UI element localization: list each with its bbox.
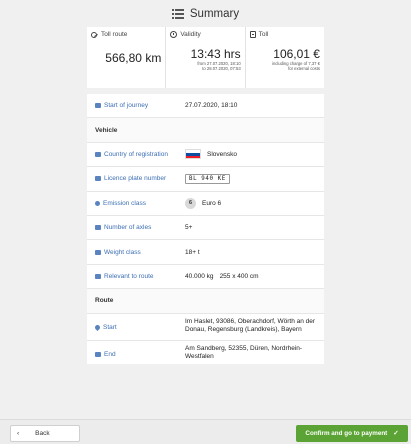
end-address: Am Sandberg, 52355, Düren, Nordrhein-Wes… [185, 344, 303, 361]
details-card: Start of journey 27.07.2020, 18:10 Vehic… [87, 94, 324, 364]
axles-row: Number of axles 5+ [87, 216, 324, 241]
toll-route-value: 566,80 km [105, 51, 162, 65]
confirm-payment-button[interactable]: Confirm and go to payment ✓ [296, 425, 408, 442]
row-label: Emission class [103, 199, 146, 207]
validity-tile: Validity 13:43 hrs from 27.07.2020, 18:1… [166, 27, 246, 88]
toll-route-tile: Toll route 566,80 km [87, 27, 167, 88]
toll-value: 106,01 € [273, 47, 320, 61]
emission-row: Emission class 6 Euro 6 [87, 192, 324, 216]
licence-plate: BL 940 KE [185, 173, 230, 184]
route-section-heading: Route [87, 289, 324, 314]
validity-to: to 28.07.2020, 07:53 [202, 66, 241, 71]
weight-icon [95, 249, 101, 255]
emission-badge: 6 [185, 197, 196, 209]
emission-icon [95, 200, 100, 206]
row-value: 27.07.2020, 18:10 [185, 102, 238, 110]
row-label: Country of registration [104, 150, 168, 158]
calendar-icon [95, 103, 101, 109]
relevant-weight: 40.000 kg [185, 272, 214, 280]
back-label: Back [35, 430, 50, 437]
list-icon [171, 9, 184, 19]
axles-icon [95, 225, 101, 231]
slovakia-flag-icon [185, 149, 201, 160]
relevant-row: Relevant to route 40.000 kg 255 x 400 cm [87, 265, 324, 290]
route-icon [91, 31, 98, 38]
flag-icon [95, 351, 101, 357]
row-value: 5+ [185, 224, 193, 232]
relevant-dimensions: 255 x 400 cm [219, 272, 259, 280]
truck-dimensions-icon [95, 273, 101, 279]
row-label: Licence plate number [104, 175, 167, 183]
document-icon [249, 31, 256, 38]
plate-row: Licence plate number BL 940 KE [87, 167, 324, 192]
vehicle-section-heading: Vehicle [87, 118, 324, 143]
row-label: Number of axles [104, 224, 152, 232]
row-label: Start [103, 323, 117, 331]
country-row: Country of registration Slovensko [87, 143, 324, 168]
start-address: Im Haslet, 93086, Oberachdorf, Wörth an … [185, 317, 316, 334]
end-row: End Am Sandberg, 52355, Düren, Nordrhein… [87, 341, 324, 368]
start-of-journey-row: Start of journey 27.07.2020, 18:10 [87, 94, 324, 119]
row-value: 18+ t [185, 248, 200, 256]
truck-icon [95, 151, 101, 157]
start-row: Start Im Haslet, 93086, Oberachdorf, Wör… [87, 314, 324, 341]
toll-tile: Toll 106,01 € including charge of 7,37 €… [246, 27, 324, 88]
location-pin-icon [93, 323, 102, 331]
tile-label: Validity [180, 31, 201, 38]
check-icon: ✓ [393, 430, 399, 437]
row-value: Euro 6 [202, 199, 222, 207]
chevron-left-icon: ‹ [17, 430, 20, 437]
row-label: Relevant to route [104, 272, 154, 280]
back-button[interactable]: ‹ Back [10, 425, 80, 442]
row-label: Weight class [104, 248, 141, 256]
confirm-label: Confirm and go to payment [305, 430, 388, 437]
row-value: Slovensko [207, 150, 237, 158]
tile-label: Toll route [101, 31, 128, 38]
plate-icon [95, 176, 101, 182]
footer-bar: ‹ Back Confirm and go to payment ✓ [0, 419, 411, 444]
page-header: Summary [0, 0, 411, 26]
clock-icon [170, 31, 178, 38]
toll-note-2: for external costs [288, 66, 320, 71]
row-label: End [104, 350, 116, 358]
validity-value: 13:43 hrs [190, 47, 241, 61]
tile-label: Toll [258, 31, 269, 38]
summary-tiles: Toll route 566,80 km Validity 13:43 hrs … [87, 27, 324, 88]
page-title: Summary [189, 8, 240, 20]
weight-row: Weight class 18+ t [87, 240, 324, 265]
row-label: Start of journey [104, 102, 149, 110]
